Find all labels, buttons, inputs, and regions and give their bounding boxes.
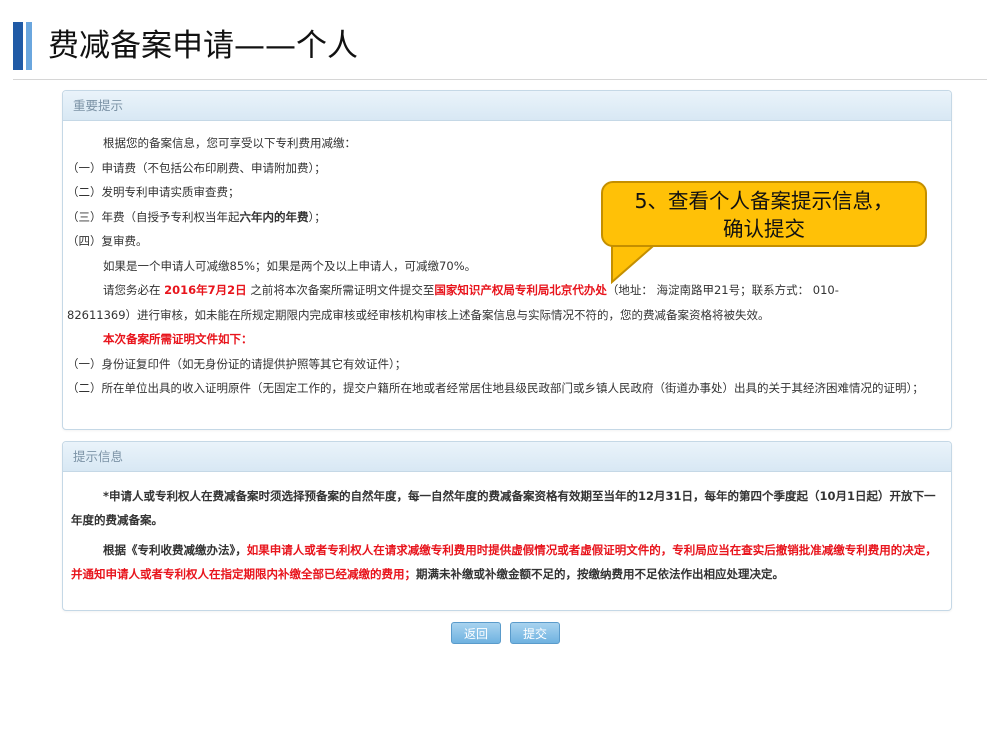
info-panel-header: 提示信息 — [63, 442, 951, 472]
info-paragraph-1: *申请人或专利权人在费减备案时须选择预备案的自然年度，每一自然年度的费减备案资格… — [71, 489, 936, 527]
required-doc-2: （二）所在单位出具的收入证明原件（无固定工作的，提交户籍所在地或者经常居住地县级… — [67, 381, 924, 395]
deadline-line-2: 82611369）进行审核，如未能在所规定期限内完成审核或经审核机构审核上述备案… — [67, 307, 770, 322]
instruction-callout: 5、查看个人备案提示信息， 确认提交 — [601, 181, 927, 247]
deadline-post: （地址： 海淀南路甲21号；联系方式： 010- — [606, 283, 839, 297]
reduction-rate-text: 如果是一个申请人可减缴85%；如果是两个及以上申请人，可减缴70%。 — [103, 258, 477, 273]
deadline-mid: 之前将本次备案所需证明文件提交至 — [250, 283, 435, 297]
required-doc-1: （一）身份证复印件（如无身份证的请提供护照等其它有效证件）； — [67, 356, 407, 371]
fee-item-1: （一）申请费（不包括公布印刷费、申请附加费）； — [67, 160, 326, 175]
fee-item-3-text: （三）年费（自授予专利权当年起 — [67, 209, 240, 224]
title-accent-bar — [13, 22, 23, 70]
deadline-date: 2016年7月2日 — [164, 283, 247, 297]
required-docs-title: 本次备案所需证明文件如下： — [103, 332, 253, 346]
callout-line-1: 5、查看个人备案提示信息， — [634, 189, 894, 213]
deadline-pre: 请您务必在 — [103, 283, 161, 297]
deadline-line-1: 请您务必在 2016年7月2日 之前将本次备案所需证明文件提交至国家知识产权局专… — [67, 278, 943, 303]
back-button[interactable]: 返回 — [451, 622, 501, 644]
important-notice-body: 根据您的备案信息，您可享受以下专利费用减缴： （一）申请费（不包括公布印刷费、申… — [63, 121, 951, 401]
info-para2-post: 期满未补缴或补缴金额不足的，按缴纳费用不足依法作出相应处理决定。 — [416, 567, 784, 581]
important-notice-header: 重要提示 — [63, 91, 951, 121]
callout-line-2: 确认提交 — [723, 217, 805, 241]
important-notice-panel: 重要提示 根据您的备案信息，您可享受以下专利费用减缴： （一）申请费（不包括公布… — [62, 90, 952, 430]
slide-title: 费减备案申请——个人 — [48, 28, 358, 64]
fee-item-3-bold: 六年内的年费 — [239, 209, 309, 224]
info-panel-body: *申请人或专利权人在费减备案时须选择预备案的自然年度，每一自然年度的费减备案资格… — [63, 472, 951, 586]
notice-intro: 根据您的备案信息，您可享受以下专利费用减缴： — [103, 136, 356, 150]
submit-button[interactable]: 提交 — [510, 622, 560, 644]
title-accent-bar-light — [26, 22, 32, 70]
header-divider — [13, 79, 987, 80]
info-panel: 提示信息 *申请人或专利权人在费减备案时须选择预备案的自然年度，每一自然年度的费… — [62, 441, 952, 611]
info-paragraph-2: 根据《专利收费减缴办法》，如果申请人或者专利权人在请求减缴专利费用时提供虚假情况… — [71, 538, 943, 586]
slide-header: 费减备案申请——个人 — [0, 0, 1000, 88]
info-para2-pre: 根据《专利收费减缴办法》， — [103, 543, 247, 557]
fee-item-3-end: ）； — [308, 209, 326, 224]
deadline-office: 国家知识产权局专利局北京代办处 — [434, 283, 607, 297]
